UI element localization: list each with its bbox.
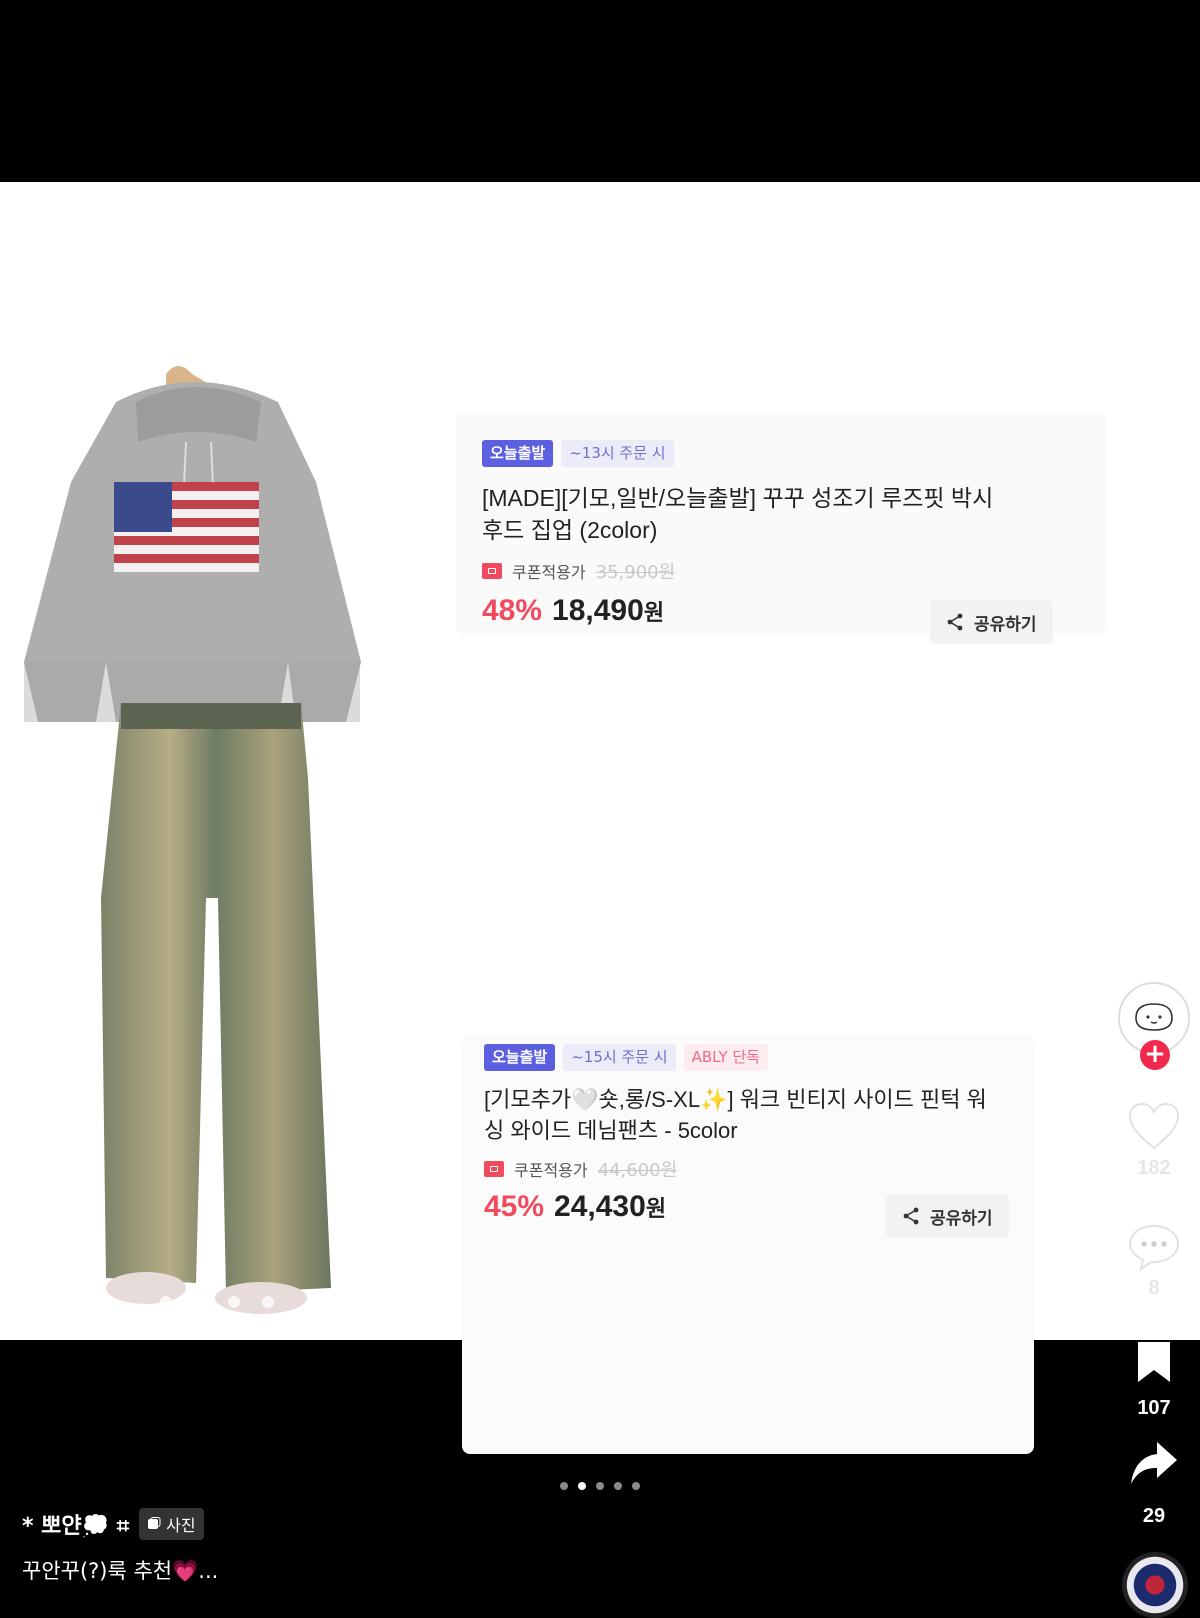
share-count: 29	[1142, 1505, 1166, 1527]
post-caption[interactable]: 꾸안꾸(?)룩 추천💗...	[22, 1555, 218, 1585]
inner-dot	[160, 1296, 172, 1308]
order-deadline-badge: ~13시 주문 시	[561, 440, 674, 467]
inner-dot	[262, 1296, 274, 1308]
carousel-dot[interactable]	[596, 1482, 604, 1490]
product-title[interactable]: [기모추가🤍숏,롱/S-XL✨] 워크 빈티지 사이드 핀턱 워 싱 와이드 데…	[484, 1084, 1024, 1146]
product-title[interactable]: [MADE][기모,일반/오늘출발] 꾸꾸 성조기 루즈핏 박시 후드 집업 (…	[482, 482, 1082, 546]
heart-icon	[1128, 1102, 1180, 1150]
like-count: 182	[1137, 1157, 1171, 1179]
author-name[interactable]: * 뽀얀💭 ⌗	[22, 1508, 129, 1540]
post-image[interactable]: 오늘출발 ~13시 주문 시 [MADE][기모,일반/오늘출발] 꾸꾸 성조기…	[0, 182, 1200, 1454]
product-title-line: [MADE][기모,일반/오늘출발] 꾸꾸 성조기 루즈핏 박시	[482, 485, 994, 511]
bookmark-icon	[1138, 1342, 1170, 1382]
share-arrow-icon	[1131, 1442, 1177, 1484]
price-row: 45% 24,430원	[484, 1190, 666, 1224]
carousel-dot[interactable]	[560, 1482, 568, 1490]
order-deadline-badge: ~15시 주문 시	[563, 1044, 676, 1071]
share-label: 공유하기	[974, 614, 1037, 635]
carousel-dot-active[interactable]	[578, 1482, 586, 1490]
product-title-line: 후드 집업 (2color)	[482, 517, 658, 543]
coupon-icon	[484, 1161, 504, 1177]
follow-button[interactable]: +	[1140, 1040, 1170, 1070]
comment-icon	[1128, 1224, 1180, 1272]
comment-count: 8	[1148, 1277, 1160, 1299]
carousel-dot[interactable]	[614, 1482, 622, 1490]
like-action[interactable]: 182	[1114, 1102, 1194, 1180]
comment-action[interactable]: 8	[1114, 1222, 1194, 1300]
sale-price-value: 24,430	[554, 1190, 646, 1223]
carousel-dots	[560, 1482, 640, 1490]
sale-price-value: 18,490	[552, 594, 644, 627]
product-card-hoodie[interactable]: 오늘출발 ~13시 주문 시 [MADE][기모,일반/오늘출발] 꾸꾸 성조기…	[456, 412, 1106, 644]
currency: 원	[645, 1196, 667, 1221]
photo-badge-label: 사진	[166, 1516, 196, 1535]
same-day-badge: 오늘출발	[482, 440, 554, 467]
original-price: 44,600원	[597, 1160, 678, 1181]
product-title-line: [기모추가🤍숏,롱/S-XL✨] 워크 빈티지 사이드 핀턱 워	[484, 1087, 987, 1112]
sale-price: 18,490원	[552, 594, 664, 628]
discount-percent: 48%	[482, 594, 543, 627]
author-row: * 뽀얀💭 ⌗ 사진	[22, 1508, 204, 1540]
discount-percent: 45%	[484, 1190, 545, 1223]
share-icon	[947, 613, 963, 631]
currency: 원	[643, 600, 665, 625]
photo-icon	[148, 1517, 161, 1529]
same-day-badge: 오늘출발	[484, 1044, 556, 1071]
carousel-dot[interactable]	[632, 1482, 640, 1490]
product-tags: 오늘출발 ~15시 주문 시 ABLY 단독	[484, 1044, 769, 1071]
product-title-line: 싱 와이드 데님팬츠 - 5color	[484, 1118, 738, 1143]
original-price: 35,900원	[595, 562, 676, 583]
coupon-label: 쿠폰적용가	[512, 563, 586, 582]
photo-badge: 사진	[139, 1508, 204, 1540]
product-card-jeans[interactable]: 오늘출발 ~15시 주문 시 ABLY 단독 [기모추가🤍숏,롱/S-XL✨] …	[462, 1034, 1034, 1454]
share-label: 공유하기	[930, 1208, 993, 1229]
share-button[interactable]: 공유하기	[930, 600, 1053, 644]
sale-price: 24,430원	[554, 1190, 666, 1224]
product-tags: 오늘출발 ~13시 주문 시	[482, 440, 674, 467]
price-row: 48% 18,490원	[482, 594, 664, 628]
share-action[interactable]: 29	[1114, 1440, 1194, 1528]
inner-dot	[194, 1296, 206, 1308]
exclusive-badge: ABLY 단독	[683, 1044, 769, 1071]
bookmark-action[interactable]: 107	[1114, 1340, 1194, 1420]
image-inner-dots	[160, 1296, 274, 1308]
coupon-label: 쿠폰적용가	[514, 1161, 588, 1180]
share-icon	[903, 1207, 919, 1225]
coupon-icon	[482, 563, 502, 579]
share-button[interactable]: 공유하기	[886, 1194, 1009, 1238]
music-disc-icon[interactable]	[1122, 1552, 1188, 1618]
hoodie-image	[24, 366, 361, 722]
coupon-row: 쿠폰적용가 35,900원	[482, 558, 675, 584]
inner-dot	[228, 1296, 240, 1308]
coupon-row: 쿠폰적용가 44,600원	[484, 1156, 677, 1182]
bookmark-count: 107	[1137, 1397, 1171, 1419]
jeans-image	[101, 703, 331, 1314]
